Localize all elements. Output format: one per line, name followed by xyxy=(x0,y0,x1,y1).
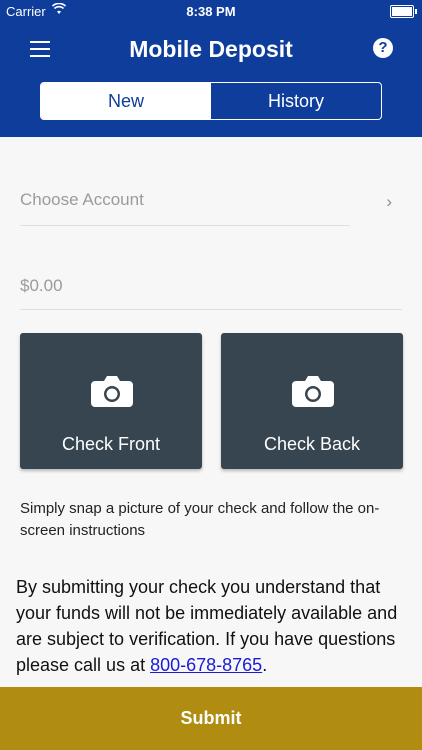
battery-icon xyxy=(390,5,417,18)
amount-placeholder: $0.00 xyxy=(20,276,63,295)
account-placeholder: Choose Account xyxy=(20,190,144,209)
phone-link[interactable]: 800-678-8765 xyxy=(150,655,262,675)
amount-field[interactable]: $0.00 xyxy=(20,276,402,310)
check-back-label: Check Back xyxy=(263,434,361,454)
check-front-button[interactable]: Check Front xyxy=(20,333,202,469)
verification-notice: By submitting your check you understand … xyxy=(16,574,404,678)
submit-button[interactable]: Submit xyxy=(0,687,422,750)
app-header: Carrier 8:38 PM Mobile Deposit ? New His… xyxy=(0,0,422,137)
check-back-button[interactable]: Check Back xyxy=(221,333,403,469)
tab-switcher: New History xyxy=(40,82,382,120)
status-bar: Carrier 8:38 PM xyxy=(0,0,422,24)
tab-new[interactable]: New xyxy=(41,83,211,119)
help-icon[interactable]: ? xyxy=(373,38,393,58)
check-front-label: Check Front xyxy=(61,434,161,454)
notice-end: . xyxy=(262,655,268,675)
camera-icon xyxy=(91,376,133,407)
instructions-text: Simply snap a picture of your check and … xyxy=(20,500,380,539)
divider xyxy=(20,225,350,226)
camera-icon xyxy=(292,376,334,407)
tab-history[interactable]: History xyxy=(211,83,381,119)
page-title: Mobile Deposit xyxy=(129,36,293,62)
divider xyxy=(20,309,402,310)
clock: 8:38 PM xyxy=(186,4,236,19)
choose-account-field[interactable]: Choose Account › xyxy=(20,190,402,226)
chevron-right-icon: › xyxy=(386,192,392,211)
